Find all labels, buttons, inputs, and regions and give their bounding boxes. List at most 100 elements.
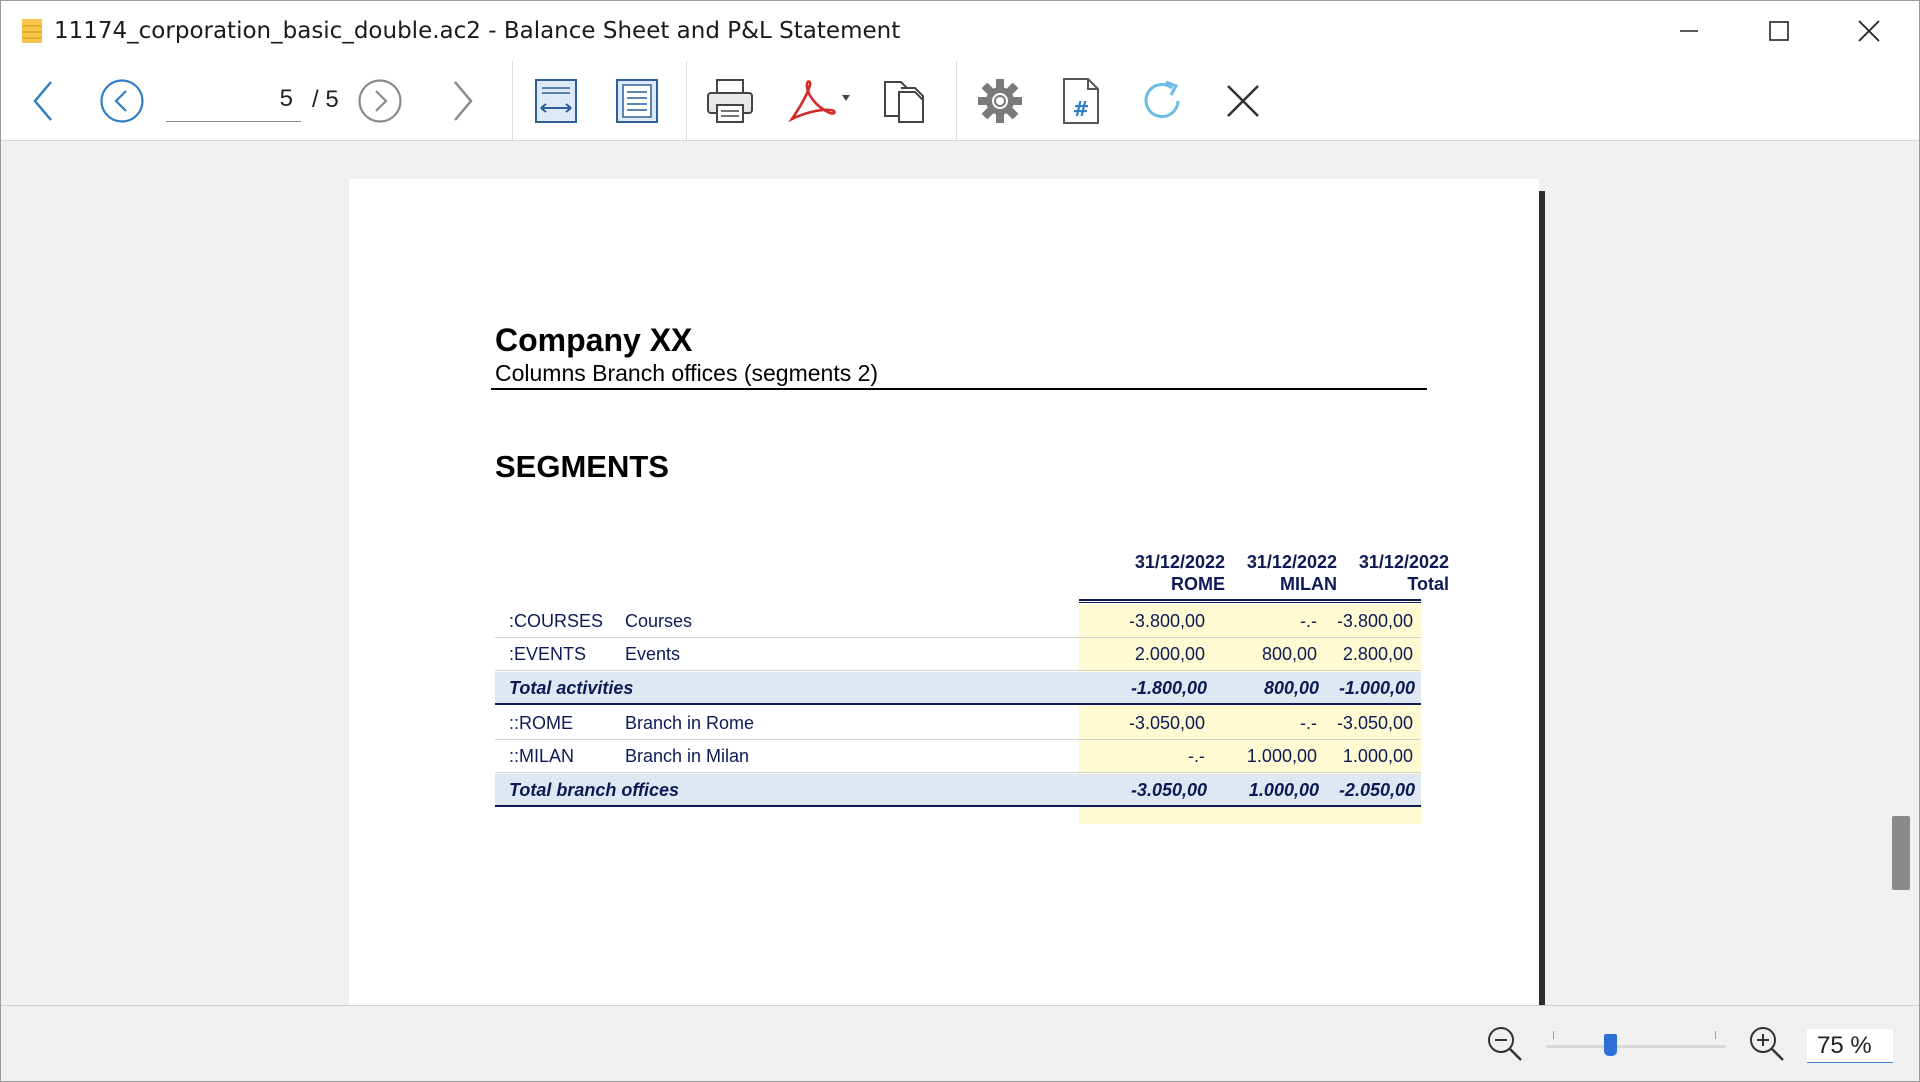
column-name: Total <box>1407 574 1449 594</box>
row-rome-amount: -.- <box>1188 746 1205 766</box>
row-code: :COURSES <box>509 611 604 631</box>
close-window-button[interactable] <box>1824 1 1914 61</box>
zoom-out-button[interactable] <box>1484 1023 1526 1065</box>
export-pdf-button[interactable] <box>785 76 857 126</box>
status-bar <box>1 1005 1919 1081</box>
report-window: 11174_corporation_basic_double.ac2 - Bal… <box>0 0 1920 1082</box>
title-bar: 11174_corporation_basic_double.ac2 - Bal… <box>1 1 1919 61</box>
copy-button[interactable] <box>877 75 933 127</box>
printer-icon <box>707 79 753 123</box>
header-double-rule <box>1079 599 1421 603</box>
pdf-icon <box>788 80 850 123</box>
row-description: Events <box>625 644 681 664</box>
settings-button[interactable] <box>973 76 1027 126</box>
report-subtitle: Columns Branch offices (segments 2) <box>495 360 879 386</box>
toolbar: / 5 <box>1 61 1919 141</box>
row-description: Branch in Rome <box>625 713 755 733</box>
chevron-right-icon <box>454 81 473 121</box>
total-label: Total branch offices <box>509 780 680 800</box>
copy-icon <box>884 81 924 123</box>
zoom-in-button[interactable] <box>1746 1023 1788 1065</box>
fit-page-button[interactable] <box>611 76 663 126</box>
banana-app-icon <box>22 19 42 43</box>
row-milan-amount: -.- <box>1300 713 1317 733</box>
row-code: ::ROME <box>509 713 574 733</box>
toolbar-separator <box>956 61 957 141</box>
column-header-rome: 31/12/2022 ROME <box>1113 551 1225 595</box>
total-row: Total branch offices -3.050,00 1.000,00 … <box>495 774 1421 807</box>
previous-button[interactable] <box>23 76 65 126</box>
company-name: Company XX <box>495 322 693 358</box>
column-header-milan: 31/12/2022 MILAN <box>1225 551 1337 595</box>
total-rome-amount: -3.050,00 <box>1130 780 1207 800</box>
row-milan-amount: 800,00 <box>1261 644 1317 664</box>
fit-width-button[interactable] <box>530 76 582 126</box>
total-rome-amount: -1.800,00 <box>1130 678 1207 698</box>
column-header-total: 31/12/2022 Total <box>1337 551 1449 595</box>
column-date: 31/12/2022 <box>1246 552 1337 572</box>
row-total-amount: -3.800,00 <box>1336 611 1413 631</box>
page-total-label: / 5 <box>312 86 339 113</box>
document-hash-icon: # <box>1063 78 1099 124</box>
row-description: Courses <box>625 611 693 631</box>
window-title: 11174_corporation_basic_double.ac2 - Bal… <box>54 18 901 44</box>
row-total-amount: -3.050,00 <box>1336 713 1413 733</box>
zoom-out-icon <box>1488 1027 1522 1061</box>
row-code: ::MILAN <box>509 746 575 766</box>
chevron-left-icon <box>33 81 52 121</box>
toolbar-separator <box>512 61 513 141</box>
preview-area[interactable]: Company XX Columns Branch offices (segme… <box>1 142 1919 1005</box>
column-name: MILAN <box>1280 574 1337 594</box>
total-label: Total activities <box>509 678 634 698</box>
table-row: ::MILAN Branch in Milan -.- 1.000,00 1.0… <box>495 740 1421 773</box>
row-code: :EVENTS <box>509 644 587 664</box>
row-milan-amount: -.- <box>1300 611 1317 631</box>
table-row: :EVENTS Events 2.000,00 800,00 2.800,00 <box>495 638 1421 671</box>
page-number-input[interactable] <box>166 76 301 122</box>
row-total-amount: 1.000,00 <box>1342 746 1413 766</box>
column-name: ROME <box>1171 574 1225 594</box>
row-milan-amount: 1.000,00 <box>1246 746 1317 766</box>
row-rome-amount: -3.050,00 <box>1128 713 1205 733</box>
close-icon <box>1858 20 1880 42</box>
page-numbering-button[interactable]: # <box>1056 75 1106 127</box>
next-page-button[interactable] <box>356 77 404 125</box>
total-row: Total activities -1.800,00 800,00 -1.000… <box>495 672 1421 705</box>
row-total-amount: 2.800,00 <box>1342 644 1413 664</box>
total-milan-amount: 800,00 <box>1263 678 1319 698</box>
refresh-button[interactable] <box>1136 76 1188 126</box>
total-total-amount: -2.050,00 <box>1338 780 1415 800</box>
refresh-icon <box>1144 80 1180 118</box>
column-date: 31/12/2022 <box>1134 552 1225 572</box>
row-rome-amount: 2.000,00 <box>1134 644 1205 664</box>
row-rome-amount: -3.800,00 <box>1128 611 1205 631</box>
previous-page-button[interactable] <box>98 77 146 125</box>
total-total-amount: -1.000,00 <box>1338 678 1415 698</box>
print-button[interactable] <box>703 76 757 126</box>
minimize-icon <box>1680 30 1698 32</box>
scrollbar-thumb[interactable] <box>1892 816 1910 890</box>
close-preview-button[interactable] <box>1218 76 1268 126</box>
zoom-in-icon <box>1750 1027 1784 1061</box>
row-description: Branch in Milan <box>625 746 750 766</box>
table-row: ::ROME Branch in Rome -3.050,00 -.- -3.0… <box>495 707 1421 740</box>
maximize-button[interactable] <box>1734 1 1824 61</box>
fit-width-icon <box>535 79 577 123</box>
maximize-icon <box>1769 21 1789 41</box>
zoom-slider-track[interactable] <box>1546 1045 1726 1048</box>
header-divider <box>491 388 1427 390</box>
circle-chevron-right-icon <box>358 79 402 123</box>
column-date: 31/12/2022 <box>1358 552 1449 572</box>
zoom-slider-thumb[interactable] <box>1604 1034 1617 1056</box>
circle-chevron-left-icon <box>100 79 144 123</box>
fit-page-icon <box>616 79 658 123</box>
toolbar-separator <box>686 61 687 141</box>
svg-text:#: # <box>1073 97 1090 121</box>
zoom-slider-tick <box>1715 1031 1716 1039</box>
next-button[interactable] <box>441 76 483 126</box>
minimize-button[interactable] <box>1644 1 1734 61</box>
zoom-level-field[interactable]: 75 % <box>1807 1029 1893 1063</box>
report-page: Company XX Columns Branch offices (segme… <box>349 179 1539 1005</box>
close-icon <box>1227 85 1259 117</box>
zoom-slider-tick <box>1553 1031 1554 1039</box>
